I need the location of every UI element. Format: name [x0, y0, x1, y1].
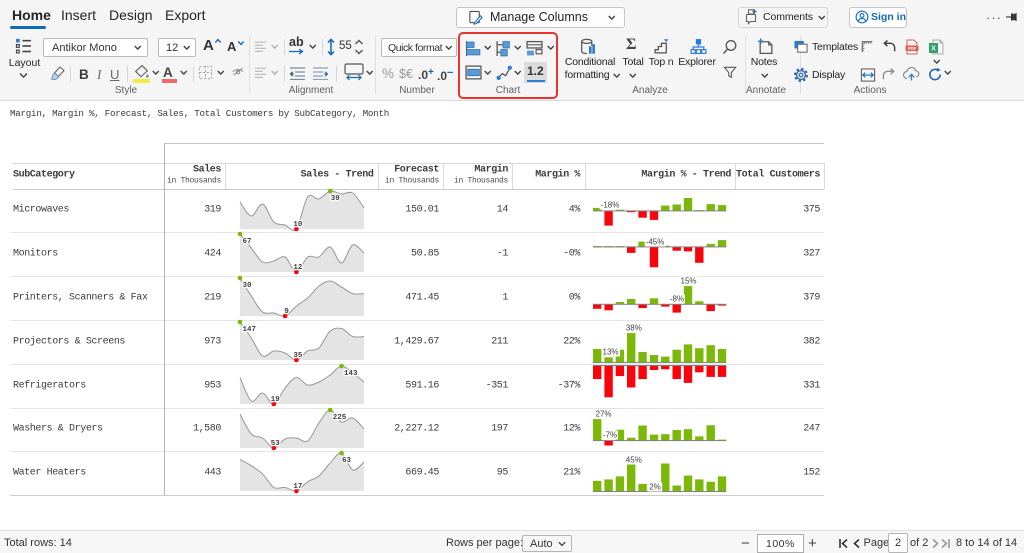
- svg-text:30: 30: [242, 282, 252, 290]
- svg-text:225: 225: [332, 413, 346, 421]
- svg-text:X: X: [931, 46, 936, 53]
- svg-text:10: 10: [293, 220, 303, 228]
- svg-text:147: 147: [242, 326, 256, 334]
- svg-text:143: 143: [344, 369, 358, 377]
- svg-text:39: 39: [330, 195, 340, 203]
- svg-text:53: 53: [270, 439, 280, 447]
- svg-text:9: 9: [284, 308, 289, 316]
- svg-text:17: 17: [293, 483, 302, 491]
- svg-text:PDF: PDF: [908, 46, 917, 51]
- svg-text:35: 35: [293, 352, 303, 360]
- svg-text:67: 67: [242, 238, 251, 246]
- svg-text:19: 19: [270, 395, 280, 403]
- svg-text:12: 12: [293, 264, 303, 272]
- svg-text:63: 63: [342, 457, 352, 465]
